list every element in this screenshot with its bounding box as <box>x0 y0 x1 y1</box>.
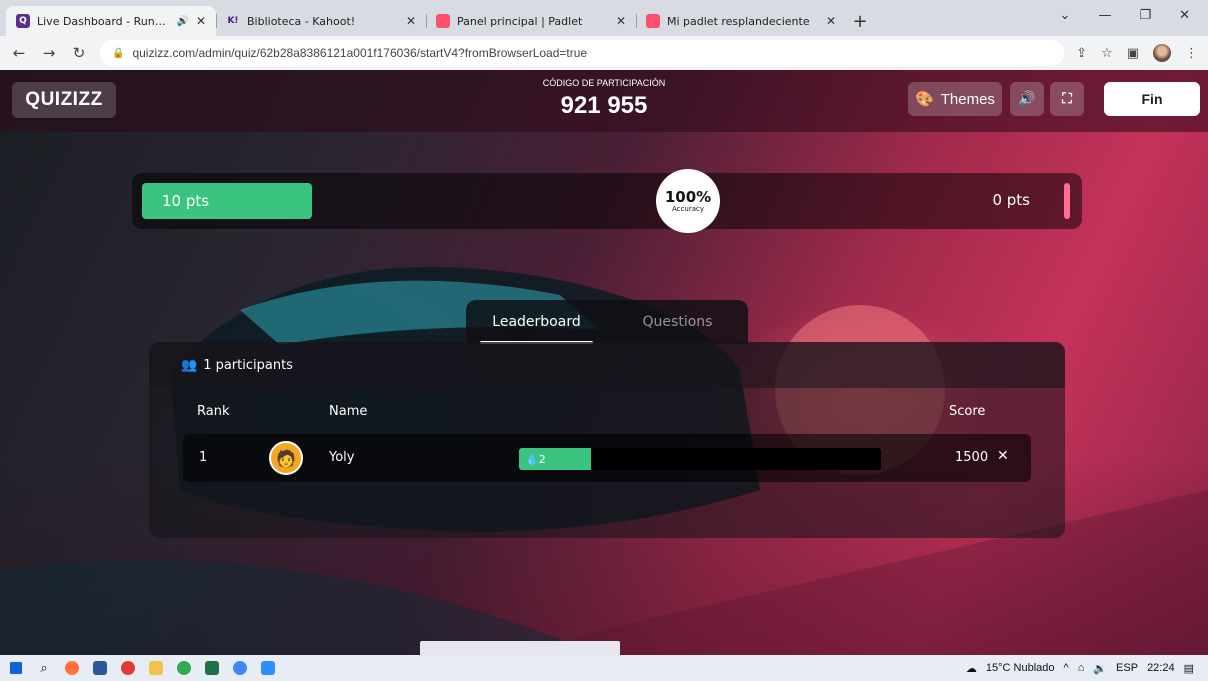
themes-button[interactable]: 🎨 Themes <box>908 82 1002 116</box>
weather-text[interactable]: 15°C Nublado <box>986 662 1055 674</box>
reload-icon[interactable]: ↻ <box>70 44 88 62</box>
browser-tab-live-dashboard[interactable]: Q Live Dashboard - Running 🔊 ✕ <box>6 6 216 36</box>
search-icon[interactable]: ⌕ <box>32 658 56 678</box>
accuracy-label: Accuracy <box>672 205 704 213</box>
new-tab-button[interactable]: + <box>846 6 874 36</box>
opera-icon[interactable] <box>116 658 140 678</box>
quiz-header: QUIZIZZ CÓDIGO DE PARTICIPACIÓN 921 955 … <box>0 70 1208 132</box>
window-controls: ⌄ — ❐ ✕ <box>1060 0 1208 30</box>
url-field[interactable]: 🔒 quizizz.com/admin/quiz/62b28a8386121a0… <box>100 40 1065 66</box>
browser-tab-kahoot[interactable]: K! Biblioteca - Kahoot! ✕ <box>216 6 426 36</box>
participant-avatar: 🧑 <box>269 441 303 475</box>
speaker-icon[interactable]: 🔊 <box>176 16 188 27</box>
palette-icon: 🎨 <box>915 91 934 108</box>
padlet-favicon-icon <box>646 14 660 28</box>
word-icon[interactable] <box>88 658 112 678</box>
column-header-name: Name <box>329 404 368 419</box>
group-icon: 👥 <box>181 357 198 373</box>
sidepanel-icon[interactable]: ▣ <box>1127 46 1139 61</box>
chevron-down-icon[interactable]: ⌄ <box>1060 8 1071 23</box>
minimize-icon[interactable]: — <box>1098 8 1111 23</box>
back-arrow-icon[interactable]: ← <box>10 44 28 62</box>
close-tab-icon[interactable]: ✕ <box>826 14 836 28</box>
chrome-icon[interactable] <box>172 658 196 678</box>
language-indicator[interactable]: ESP <box>1116 662 1138 674</box>
correct-count: 2 <box>538 452 546 466</box>
column-header-rank: Rank <box>197 404 230 419</box>
excel-icon[interactable] <box>200 658 224 678</box>
progress-fill: 💧 2 <box>519 448 592 470</box>
menu-kebab-icon[interactable]: ⋮ <box>1185 46 1198 61</box>
kahoot-favicon-icon: K! <box>227 16 239 26</box>
progress-track: 💧 2 <box>519 448 881 470</box>
browser-tab-padlet-panel[interactable]: Panel principal | Padlet ✕ <box>426 6 636 36</box>
url-text: quizizz.com/admin/quiz/62b28a8386121a001… <box>132 46 588 60</box>
network-icon[interactable]: ⌂ <box>1078 662 1085 674</box>
close-tab-icon[interactable]: ✕ <box>616 14 626 28</box>
right-points-bar <box>1064 183 1070 219</box>
clock[interactable]: 22:24 <box>1147 662 1175 674</box>
accuracy-circle: 100% Accuracy <box>656 169 720 233</box>
accuracy-value: 100% <box>664 188 712 206</box>
view-tabs: Leaderboard Questions <box>466 300 748 344</box>
remove-participant-icon[interactable]: ✕ <box>997 448 1009 464</box>
taskbar: ⌕ ☁ 15°C Nublado ^ ⌂ 🔉 ESP 22:24 ▤ <box>0 655 1208 681</box>
sound-button[interactable]: 🔊 <box>1010 82 1044 116</box>
speaker-icon: 🔊 <box>1018 91 1036 107</box>
participants-count: 1 participants <box>203 357 293 373</box>
end-quiz-button[interactable]: Fin <box>1104 82 1200 116</box>
browser-tab-strip: Q Live Dashboard - Running 🔊 ✕ K! Biblio… <box>0 0 1208 36</box>
tab-leaderboard[interactable]: Leaderboard <box>466 300 607 344</box>
column-header-score: Score <box>949 404 986 419</box>
tab-questions[interactable]: Questions <box>607 300 748 344</box>
forward-arrow-icon[interactable]: → <box>40 44 58 62</box>
right-points: 0 pts <box>992 191 1030 209</box>
address-bar-row: ← → ↻ 🔒 quizizz.com/admin/quiz/62b28a838… <box>0 36 1208 70</box>
file-explorer-icon[interactable] <box>144 658 168 678</box>
share-icon[interactable]: ⇪ <box>1076 46 1087 61</box>
zoom-icon[interactable] <box>256 658 280 678</box>
participant-name: Yoly <box>329 450 355 465</box>
volume-icon[interactable]: 🔉 <box>1093 662 1107 675</box>
system-tray: ☁ 15°C Nublado ^ ⌂ 🔉 ESP 22:24 ▤ <box>966 655 1194 681</box>
leaderboard-panel: 👥 1 participants Rank Name Score 1 🧑 Yol… <box>149 342 1065 538</box>
participants-header: 👥 1 participants <box>149 342 1065 388</box>
correct-drop-icon: 💧 <box>525 452 539 466</box>
windows-start-icon[interactable] <box>4 658 28 678</box>
close-window-icon[interactable]: ✕ <box>1179 8 1190 23</box>
tab-preview-thumbnail <box>420 641 620 655</box>
fullscreen-icon: ⛶ <box>1062 91 1072 107</box>
table-row[interactable]: 1 🧑 Yoly 💧 2 1500 ✕ <box>183 434 1031 482</box>
lock-icon: 🔒 <box>112 47 125 59</box>
chrome-profile-icon[interactable] <box>228 658 252 678</box>
score-comparison-bar: 10 pts 100% Accuracy 0 pts <box>132 169 1082 233</box>
close-tab-icon[interactable]: ✕ <box>196 14 206 28</box>
participant-score: 1500 <box>955 450 989 465</box>
restore-icon[interactable]: ❐ <box>1139 8 1151 23</box>
close-tab-icon[interactable]: ✕ <box>406 14 416 28</box>
browser-tab-padlet-mine[interactable]: Mi padlet resplandeciente ✕ <box>636 6 846 36</box>
chevron-up-icon[interactable]: ^ <box>1064 662 1069 674</box>
quizizz-favicon-icon: Q <box>16 14 30 28</box>
quiz-dashboard-page: QUIZIZZ CÓDIGO DE PARTICIPACIÓN 921 955 … <box>0 70 1208 655</box>
profile-avatar[interactable] <box>1153 44 1171 62</box>
star-icon[interactable]: ☆ <box>1101 46 1113 61</box>
row-rank: 1 <box>199 450 208 465</box>
left-points-bar: 10 pts <box>142 183 312 219</box>
notifications-icon[interactable]: ▤ <box>1184 662 1194 675</box>
weather-cloud-icon: ☁ <box>965 662 977 675</box>
fullscreen-button[interactable]: ⛶ <box>1050 82 1084 116</box>
firefox-icon[interactable] <box>60 658 84 678</box>
padlet-favicon-icon <box>436 14 450 28</box>
